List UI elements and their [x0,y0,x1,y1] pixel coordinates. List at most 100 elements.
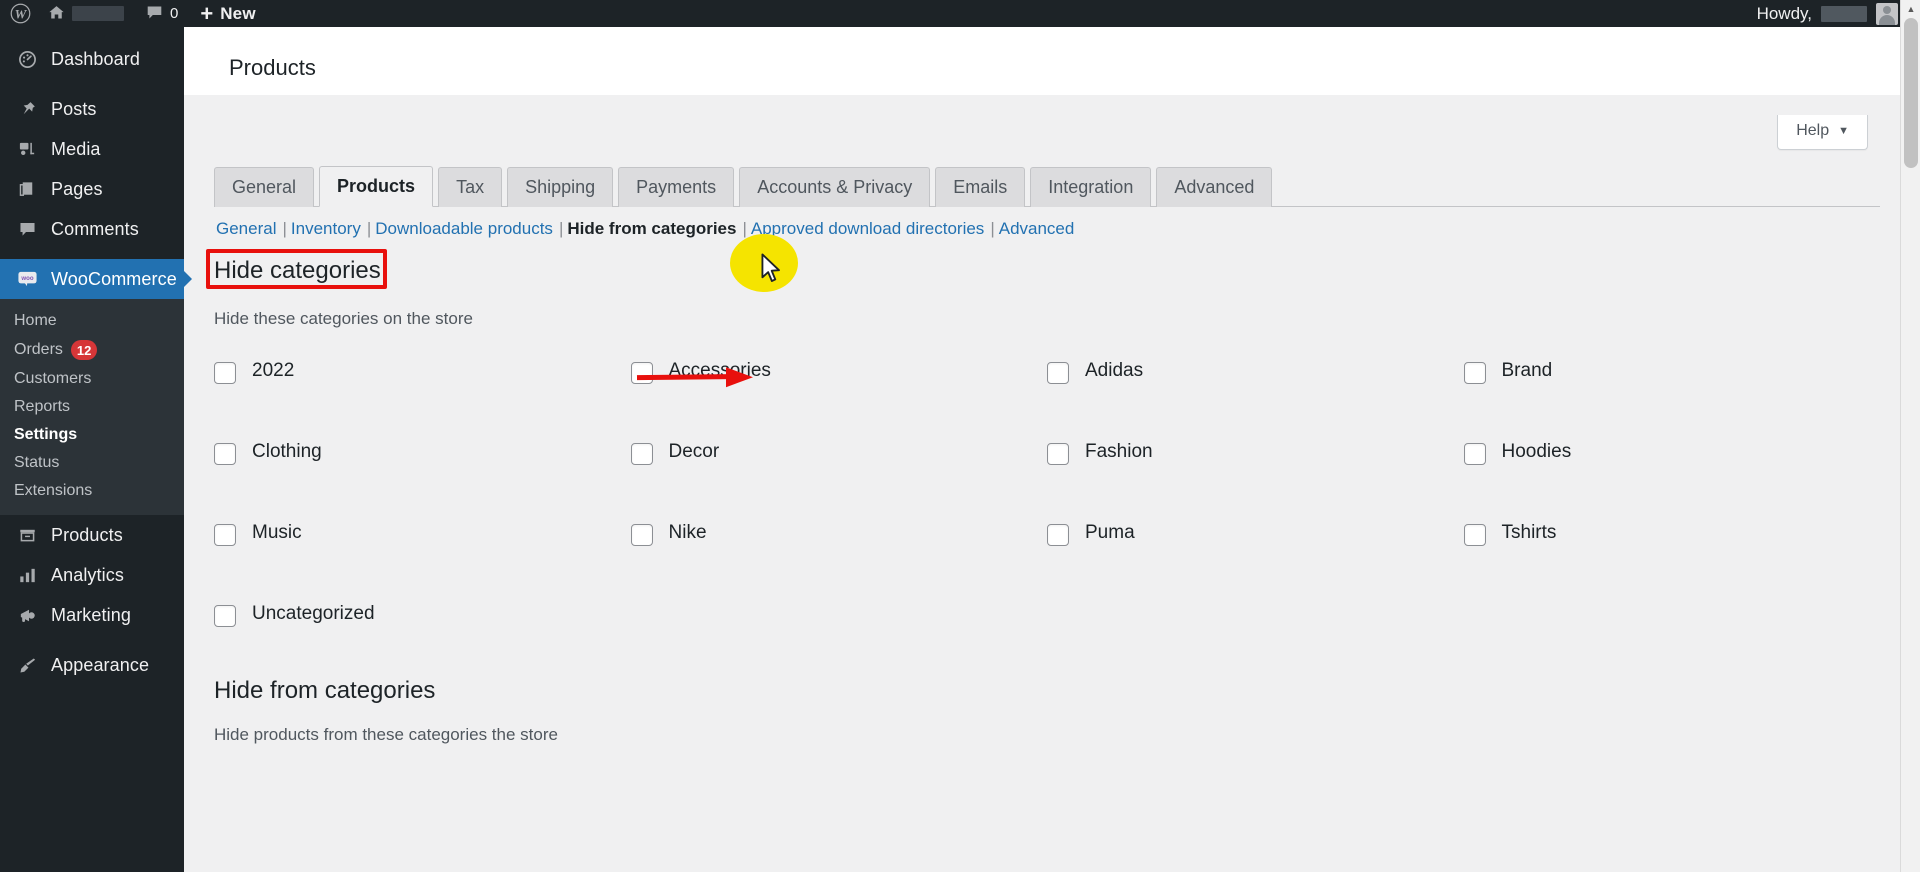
checkbox-row: Clothing Decor Fashion Hoodies [214,433,1880,514]
checkbox-box[interactable] [214,524,236,546]
submenu-item-extensions[interactable]: Extensions [0,477,184,505]
menu-separator [0,79,184,89]
new-label: New [220,4,256,24]
submenu-item-reports[interactable]: Reports [0,393,184,421]
page-title: Products [229,55,316,81]
checkbox-label: Clothing [252,441,322,464]
admin-bar: W 0 + New Howdy, [0,0,1920,27]
scroll-up-arrow-icon[interactable]: ▲ [1901,0,1920,18]
sidebar-item-comments[interactable]: Comments [0,209,184,249]
checkbox-item-clothing[interactable]: Clothing [214,433,631,514]
sidebar-item-media[interactable]: Media [0,129,184,169]
page-header: Products [184,27,1920,95]
sidebar-item-label: Posts [51,99,97,120]
woocommerce-icon: woo [16,269,38,290]
checkbox-item-brand[interactable]: Brand [1464,352,1881,433]
checkbox-label: Tshirts [1502,522,1557,545]
checkbox-box[interactable] [1464,443,1486,465]
sidebar-item-label: Analytics [51,565,124,586]
sidebar-item-analytics[interactable]: Analytics [0,555,184,595]
checkbox-item-puma[interactable]: Puma [1047,514,1464,595]
checkbox-label: Uncategorized [252,603,375,626]
hide-categories-title: Hide categories [214,257,381,285]
subnav-link-general[interactable]: General [216,219,276,239]
help-button[interactable]: Help ▼ [1777,115,1868,150]
subnav-separator: | [984,219,998,239]
settings-subnav: General | Inventory | Downloadable produ… [216,219,1074,239]
tab-products[interactable]: Products [319,166,433,208]
checkbox-box[interactable] [631,443,653,465]
tab-payments[interactable]: Payments [618,167,734,208]
checkbox-box[interactable] [214,362,236,384]
tab-shipping[interactable]: Shipping [507,167,613,208]
tab-advanced[interactable]: Advanced [1156,167,1272,208]
checkbox-label: Puma [1085,522,1135,545]
checkbox-item-tshirts[interactable]: Tshirts [1464,514,1881,595]
subnav-separator: | [361,219,375,239]
sidebar-item-appearance[interactable]: Appearance [0,645,184,685]
checkbox-box[interactable] [631,524,653,546]
sidebar-item-label: Dashboard [51,49,140,70]
checkbox-item-decor[interactable]: Decor [631,433,1048,514]
submenu-item-label: Reports [14,398,70,416]
scrollbar-thumb[interactable] [1904,18,1918,168]
submenu-item-home[interactable]: Home [0,307,184,335]
sidebar-item-dashboard[interactable]: Dashboard [0,39,184,79]
chart-bars-icon [16,566,38,585]
sidebar-item-woocommerce[interactable]: woo WooCommerce [0,259,184,299]
checkbox-item-music[interactable]: Music [214,514,631,595]
checkbox-label: Hoodies [1502,441,1572,464]
sidebar-item-label: Products [51,525,123,546]
submenu-item-orders[interactable]: Orders 12 [0,335,184,365]
wordpress-logo-icon[interactable]: W [0,0,37,27]
checkbox-box[interactable] [1464,524,1486,546]
site-name-item[interactable] [37,0,135,27]
howdy-label: Howdy, [1757,4,1812,24]
submenu-item-label: Customers [14,370,91,388]
sidebar-item-marketing[interactable]: Marketing [0,595,184,635]
tab-integration[interactable]: Integration [1030,167,1151,208]
menu-separator [0,249,184,259]
checkbox-item-uncategorized[interactable]: Uncategorized [214,595,631,676]
sidebar-item-posts[interactable]: Posts [0,89,184,129]
checkbox-item-nike[interactable]: Nike [631,514,1048,595]
submenu-item-settings[interactable]: Settings [0,421,184,449]
submenu-item-status[interactable]: Status [0,449,184,477]
subnav-link-inventory[interactable]: Inventory [291,219,361,239]
sidebar-item-label: Pages [51,179,103,200]
checkbox-label: Adidas [1085,360,1143,383]
checkbox-item-fashion[interactable]: Fashion [1047,433,1464,514]
checkbox-label: Brand [1502,360,1553,383]
tab-general[interactable]: General [214,167,314,208]
subnav-link-approved-download-directories[interactable]: Approved download directories [751,219,984,239]
checkbox-label: Nike [669,522,707,545]
tab-accounts-privacy[interactable]: Accounts & Privacy [739,167,930,208]
tab-tax[interactable]: Tax [438,167,502,208]
submenu-item-customers[interactable]: Customers [0,365,184,393]
new-item[interactable]: + New [189,0,266,27]
checkbox-box[interactable] [1047,362,1069,384]
checkbox-box[interactable] [1047,524,1069,546]
checkbox-row: Music Nike Puma Tshirts [214,514,1880,595]
annotation-red-arrow [635,364,765,390]
checkbox-item-adidas[interactable]: Adidas [1047,352,1464,433]
tab-emails[interactable]: Emails [935,167,1025,208]
screen: W 0 + New Howdy, [0,0,1920,872]
subnav-link-hide-from-categories[interactable]: Hide from categories [567,219,736,239]
sidebar-item-pages[interactable]: Pages [0,169,184,209]
checkbox-box[interactable] [1047,443,1069,465]
sidebar-item-products[interactable]: Products [0,515,184,555]
checkbox-item-2022[interactable]: 2022 [214,352,631,433]
subnav-link-advanced[interactable]: Advanced [999,219,1075,239]
checkbox-label: Decor [669,441,720,464]
subnav-link-downloadable-products[interactable]: Downloadable products [375,219,553,239]
checkbox-box[interactable] [214,443,236,465]
checkbox-box[interactable] [1464,362,1486,384]
page-scrollbar[interactable]: ▲ [1900,0,1920,872]
sidebar-item-label: Marketing [51,605,131,626]
checkbox-item-hoodies[interactable]: Hoodies [1464,433,1881,514]
home-icon [48,4,65,24]
comments-item[interactable]: 0 [135,0,189,27]
avatar-icon[interactable] [1876,3,1898,25]
checkbox-box[interactable] [214,605,236,627]
